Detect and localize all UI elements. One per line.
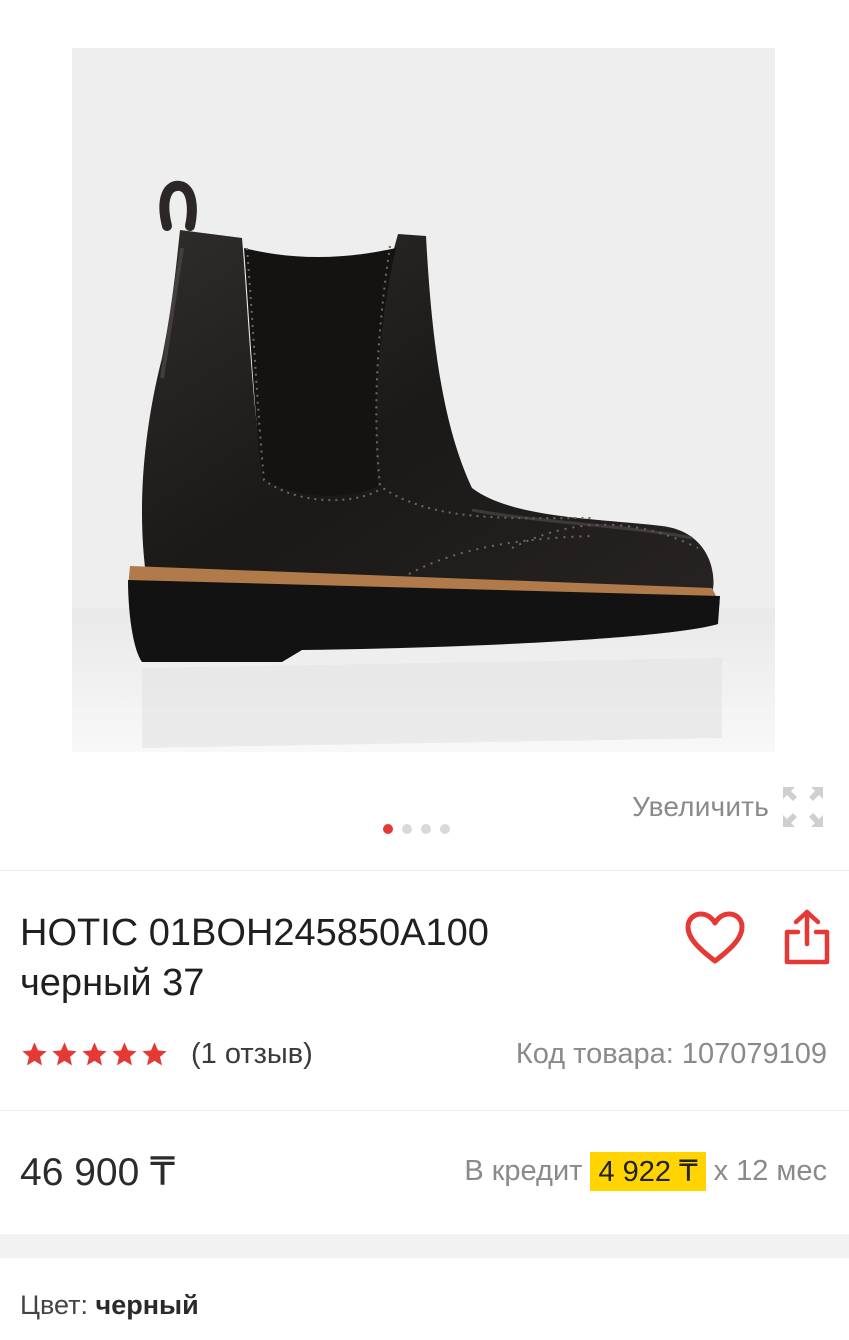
- carousel-dot-2[interactable]: [402, 824, 412, 834]
- zoom-label: Увеличить: [632, 791, 769, 822]
- carousel-dot-4[interactable]: [440, 824, 450, 834]
- reviews-link[interactable]: (1 отзыв): [191, 1038, 313, 1071]
- product-code: Код товара: 107079109: [515, 1038, 827, 1070]
- boot-image: [72, 48, 775, 752]
- product-title-line-2: черный 37: [20, 962, 205, 1004]
- product-gallery: Увеличить: [0, 0, 849, 870]
- divider: [0, 1110, 849, 1111]
- zoom-button[interactable]: Увеличить: [632, 783, 827, 831]
- product-photo[interactable]: [72, 48, 775, 752]
- rating-stars: [20, 1040, 169, 1069]
- section-separator: [0, 1234, 849, 1258]
- star-icon: [52, 1042, 77, 1066]
- credit-offer[interactable]: В кредит 4 922 ₸ х 12 мес: [464, 1152, 827, 1191]
- product-price: 46 900 ₸: [20, 1151, 175, 1194]
- credit-term: х 12 мес: [713, 1155, 827, 1187]
- product-title-line-1: HOTIC 01BOH245850A100: [20, 912, 489, 954]
- color-value: черный: [95, 1290, 199, 1320]
- color-label: Цвет:: [20, 1290, 96, 1320]
- rating[interactable]: (1 отзыв): [20, 1038, 313, 1071]
- star-icon: [112, 1042, 137, 1066]
- product-title: HOTIC 01BOH245850A100 черный 37: [20, 908, 630, 1008]
- share-icon[interactable]: [782, 908, 832, 966]
- star-icon: [22, 1042, 47, 1066]
- heart-outline-icon[interactable]: [684, 910, 746, 966]
- carousel-dot-1[interactable]: [383, 824, 393, 834]
- credit-prefix: В кредит: [464, 1155, 583, 1187]
- expand-arrows-icon: [783, 787, 823, 827]
- star-icon: [142, 1042, 167, 1066]
- credit-amount: 4 922 ₸: [590, 1152, 706, 1191]
- carousel-dots: [383, 824, 450, 834]
- star-icon: [82, 1042, 107, 1066]
- divider: [0, 870, 849, 871]
- color-attribute: Цвет: черный: [20, 1290, 199, 1321]
- carousel-dot-3[interactable]: [421, 824, 431, 834]
